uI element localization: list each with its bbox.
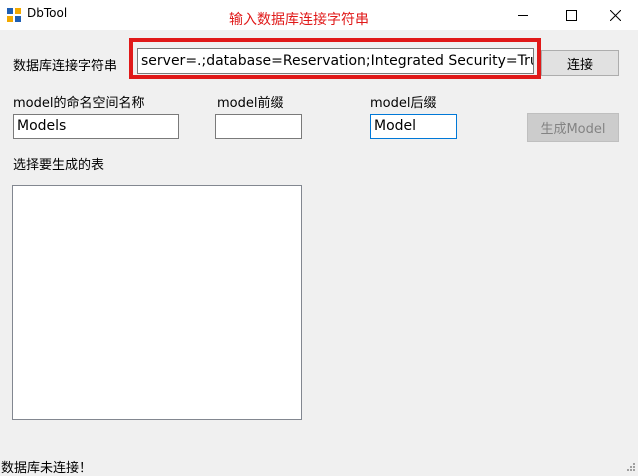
- tables-label: 选择要生成的表: [13, 158, 105, 173]
- maximize-button[interactable]: [548, 0, 594, 30]
- namespace-label: model的命名空间名称: [13, 96, 145, 111]
- annotation-caption: 输入数据库连接字符串: [229, 12, 369, 28]
- minimize-button[interactable]: [500, 0, 546, 30]
- prefix-input[interactable]: [215, 114, 302, 139]
- prefix-label: model前缀: [217, 96, 284, 111]
- app-icon: [7, 8, 21, 22]
- tables-listbox[interactable]: [12, 185, 302, 420]
- connect-button[interactable]: 连接: [541, 50, 619, 76]
- title-bar[interactable]: DbTool 输入数据库连接字符串: [0, 0, 638, 30]
- maximize-icon: [565, 9, 577, 21]
- close-icon: [609, 9, 621, 21]
- dbtool-window: DbTool 输入数据库连接字符串 数据库连接字符串 server=.;data…: [0, 0, 638, 476]
- suffix-input[interactable]: Model: [370, 114, 457, 139]
- close-button[interactable]: [592, 0, 638, 30]
- suffix-label: model后缀: [370, 96, 437, 111]
- namespace-input[interactable]: Models: [13, 114, 179, 139]
- annotation-highlight-box: [129, 38, 541, 79]
- minimize-icon: [518, 15, 528, 16]
- window-title: DbTool: [27, 6, 68, 20]
- generate-model-button[interactable]: 生成Model: [527, 113, 619, 142]
- status-bar: 数据库未连接！: [0, 455, 638, 476]
- status-text: 数据库未连接！: [1, 461, 93, 476]
- connection-string-label: 数据库连接字符串: [13, 59, 118, 74]
- size-grip-icon[interactable]: [624, 460, 636, 472]
